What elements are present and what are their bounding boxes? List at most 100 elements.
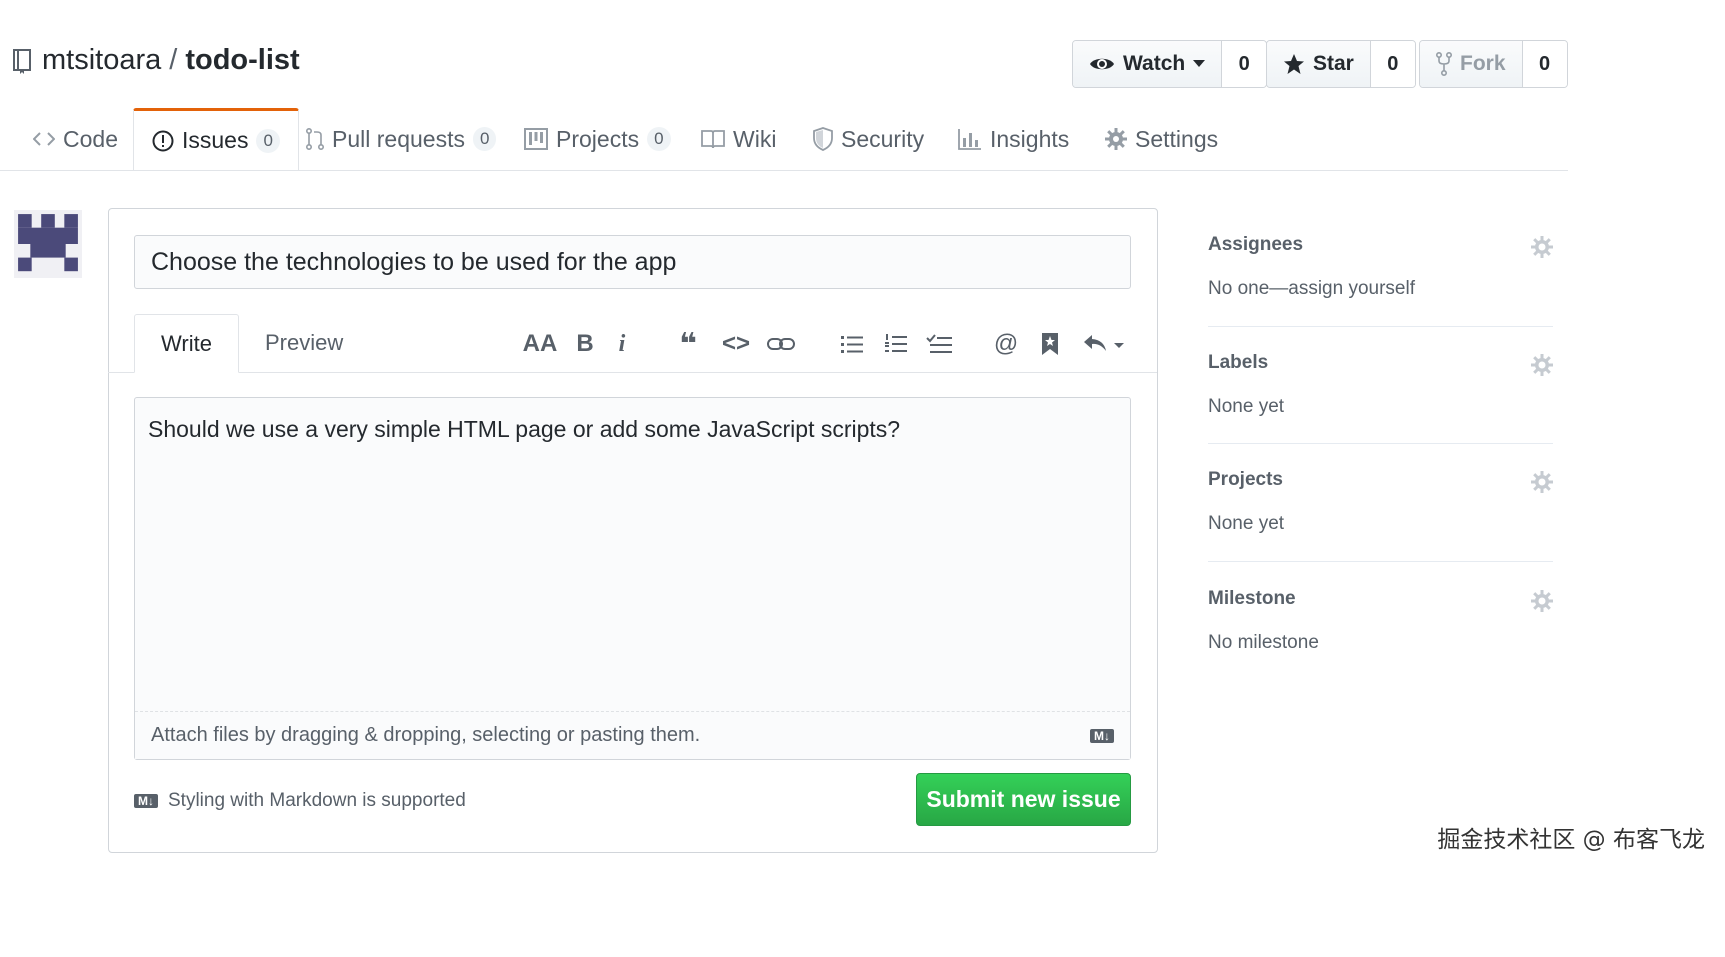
markdown-icon: M↓ xyxy=(1090,728,1114,743)
unordered-list-button[interactable] xyxy=(838,326,866,362)
write-tab[interactable]: Write xyxy=(134,314,239,373)
repo-tabnav: Code Issues 0 Pull requests 0 Projects 0… xyxy=(0,108,1568,171)
tab-label: Settings xyxy=(1135,125,1219,152)
link-button[interactable] xyxy=(765,326,797,362)
graph-icon xyxy=(958,128,982,150)
tab-label: Code xyxy=(63,125,118,152)
preview-tab[interactable]: Preview xyxy=(239,314,369,372)
tab-label: Projects xyxy=(556,125,640,152)
milestone-value: No milestone xyxy=(1208,632,1319,653)
labels-heading: Labels xyxy=(1208,352,1269,373)
watermark: 掘金技术社区 @ 布客飞龙 xyxy=(1437,827,1705,853)
tab-label: Wiki xyxy=(733,125,777,152)
chevron-down-icon xyxy=(1193,60,1206,68)
reply-icon xyxy=(1082,333,1126,355)
tab-label: Issues xyxy=(182,127,249,153)
issues-counter: 0 xyxy=(256,128,280,153)
bookmark-icon xyxy=(1041,332,1059,356)
sidebar-divider xyxy=(1208,561,1553,562)
pull-requests-counter: 0 xyxy=(472,127,497,151)
tab-label: Pull requests xyxy=(332,125,465,152)
italic-button[interactable]: i xyxy=(610,326,634,362)
tasklist-button[interactable] xyxy=(924,326,954,362)
project-icon xyxy=(524,128,548,150)
repo-owner-link[interactable]: mtsitoara xyxy=(42,44,161,77)
tab-label: Security xyxy=(841,125,925,152)
fork-count[interactable]: 0 xyxy=(1522,41,1567,87)
fork-button-group: Fork 0 xyxy=(1419,40,1568,88)
repo-separator: / xyxy=(169,44,178,76)
issue-body-textarea[interactable]: Should we use a very simple HTML page or… xyxy=(134,397,1131,760)
star-count[interactable]: 0 xyxy=(1370,41,1415,87)
submit-new-issue-button[interactable]: Submit new issue xyxy=(916,773,1131,826)
issue-opened-icon xyxy=(152,130,174,152)
markdown-note[interactable]: M↓ Styling with Markdown is supported xyxy=(134,790,466,812)
assignees-heading: Assignees xyxy=(1208,234,1304,255)
tab-projects[interactable]: Projects 0 xyxy=(524,108,671,170)
avatar[interactable] xyxy=(14,210,82,278)
star-button[interactable]: Star xyxy=(1267,41,1371,87)
tab-issues[interactable]: Issues 0 xyxy=(133,108,299,170)
labels-value: None yet xyxy=(1208,396,1285,417)
sidebar-labels[interactable]: Labels None yet xyxy=(1208,352,1553,418)
gear-icon xyxy=(1105,128,1127,150)
repo-name-link[interactable]: todo-list xyxy=(185,44,299,77)
saved-reply-button[interactable] xyxy=(1080,326,1128,362)
repo-forked-icon xyxy=(1436,52,1452,76)
tab-insights[interactable]: Insights xyxy=(958,108,1069,170)
sidebar-divider xyxy=(1208,443,1553,444)
assignees-value[interactable]: No one—assign yourself xyxy=(1208,278,1553,300)
shield-icon xyxy=(813,127,833,151)
star-icon xyxy=(1283,53,1305,75)
watch-button[interactable]: Watch xyxy=(1073,41,1223,87)
projects-counter: 0 xyxy=(647,127,671,151)
tab-label: Insights xyxy=(990,125,1070,152)
bold-button[interactable]: B xyxy=(572,326,598,362)
unordered-list-icon xyxy=(841,334,863,354)
tab-pull-requests[interactable]: Pull requests 0 xyxy=(306,108,497,170)
tab-wiki[interactable]: Wiki xyxy=(701,108,776,170)
sidebar-divider xyxy=(1208,326,1553,327)
eye-icon xyxy=(1089,55,1115,73)
header-text-button[interactable]: AA xyxy=(523,326,558,362)
gear-icon[interactable] xyxy=(1531,471,1553,493)
milestone-heading: Milestone xyxy=(1208,588,1296,609)
file-attach-bar[interactable]: Attach files by dragging & dropping, sel… xyxy=(135,711,1130,759)
watch-button-group: Watch 0 xyxy=(1072,40,1268,88)
watch-count[interactable]: 0 xyxy=(1222,41,1267,87)
quote-button[interactable]: ❝ xyxy=(672,326,704,362)
book-icon xyxy=(701,129,725,149)
gear-icon[interactable] xyxy=(1531,354,1553,376)
gear-icon[interactable] xyxy=(1531,590,1553,612)
issue-title-input[interactable]: Choose the technologies to be used for t… xyxy=(134,235,1131,289)
watch-label: Watch xyxy=(1123,52,1186,75)
tasklist-icon xyxy=(926,333,952,355)
sidebar-assignees[interactable]: Assignees No one—assign yourself xyxy=(1208,234,1553,300)
markdown-icon: M↓ xyxy=(134,794,158,808)
attach-files-text: Attach files by dragging & dropping, sel… xyxy=(151,724,701,746)
gear-icon[interactable] xyxy=(1531,236,1553,258)
mention-button[interactable]: @ xyxy=(990,326,1022,362)
repo-title: mtsitoara / todo-list xyxy=(12,44,300,77)
tab-settings[interactable]: Settings xyxy=(1105,108,1218,170)
sidebar-projects[interactable]: Projects None yet xyxy=(1208,469,1553,535)
issue-body-text: Should we use a very simple HTML page or… xyxy=(148,416,901,442)
projects-value: None yet xyxy=(1208,513,1285,534)
git-pull-request-icon xyxy=(306,127,324,151)
code-button[interactable]: <> xyxy=(720,326,752,362)
tab-code[interactable]: Code xyxy=(33,108,118,170)
link-icon xyxy=(767,336,795,352)
star-button-group: Star 0 xyxy=(1266,40,1416,88)
sidebar-milestone[interactable]: Milestone No milestone xyxy=(1208,588,1553,654)
tab-security[interactable]: Security xyxy=(813,108,924,170)
reference-button[interactable] xyxy=(1036,326,1064,362)
star-label: Star xyxy=(1313,52,1354,75)
code-icon xyxy=(33,131,55,147)
ordered-list-button[interactable] xyxy=(882,326,910,362)
repo-icon xyxy=(12,48,32,74)
fork-button[interactable]: Fork xyxy=(1420,41,1523,87)
fork-label: Fork xyxy=(1460,52,1506,75)
markdown-note-text: Styling with Markdown is supported xyxy=(168,790,466,811)
projects-heading: Projects xyxy=(1208,469,1283,490)
ordered-list-icon xyxy=(885,333,907,355)
